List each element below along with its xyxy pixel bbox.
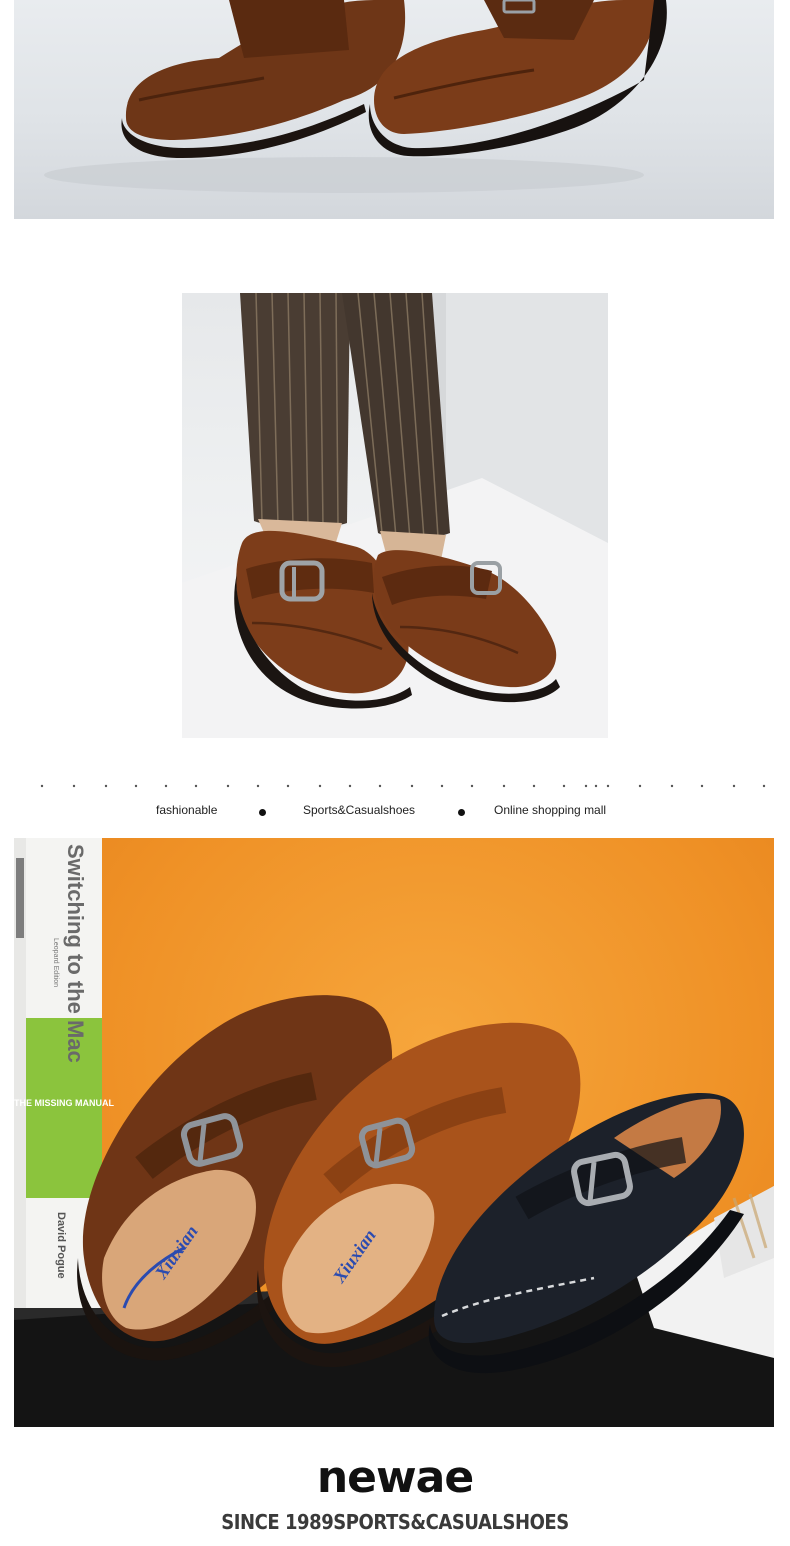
product-photo-shoes-closeup xyxy=(14,0,774,219)
child-wearing-shoes-illustration xyxy=(182,293,608,738)
shoes-closeup-illustration xyxy=(44,0,667,193)
book-series-text: THE MISSING MANUAL xyxy=(14,1098,115,1108)
brand-name: newae xyxy=(316,1452,474,1503)
tagline-fashionable: fashionable xyxy=(156,803,218,817)
tagline-row: fashionable Sports&Casualshoes Online sh… xyxy=(0,803,790,823)
bullet-dot xyxy=(458,809,465,816)
tagline-online-mall: Online shopping mall xyxy=(494,803,607,817)
product-photo-three-shoes: Switching to the Mac Leopard Edition THE… xyxy=(14,838,774,1427)
book-edition-text: Leopard Edition xyxy=(52,938,59,987)
book-title-text: Switching to the Mac xyxy=(63,844,88,1063)
three-shoes-illustration: Switching to the Mac Leopard Edition THE… xyxy=(14,838,774,1427)
dotted-divider xyxy=(40,784,766,788)
bullet-dot xyxy=(259,809,266,816)
product-photo-child-wearing-shoes xyxy=(182,293,608,738)
tagline-sports-casual: Sports&Casualshoes xyxy=(303,803,416,817)
brand-slogan: SINCE 1989SPORTS&CASUALSHOES xyxy=(221,1510,569,1534)
book-author-text: David Pogue xyxy=(55,1212,67,1279)
